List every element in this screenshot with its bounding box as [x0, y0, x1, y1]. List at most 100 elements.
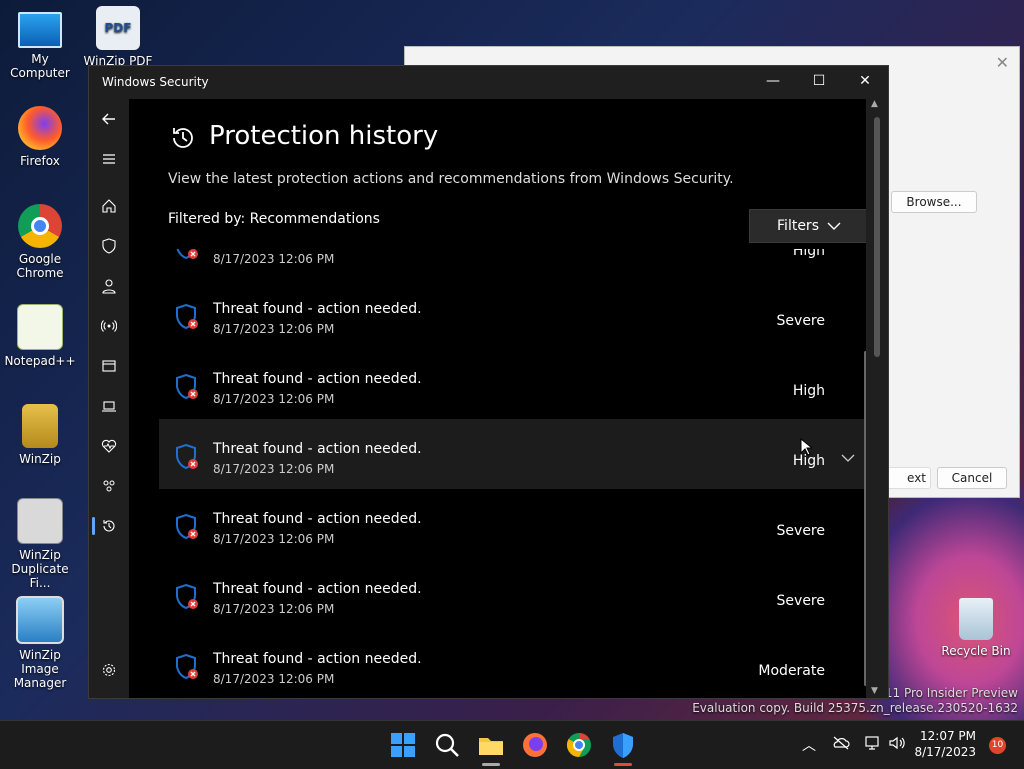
shield-threat-icon: [176, 513, 198, 540]
monitor-icon: [18, 12, 62, 48]
title-bar[interactable]: Windows Security — ☐ ✕: [89, 66, 888, 99]
desktop-icon-winzip-pdf[interactable]: PDF WinZip PDF: [78, 6, 158, 66]
nav-device-performance[interactable]: [89, 431, 129, 461]
windows-start-icon[interactable]: [389, 731, 417, 759]
filtered-by-label: Filtered by: Recommendations: [168, 211, 380, 227]
family-icon: [103, 480, 115, 492]
clock-time: 12:07 PM: [920, 729, 976, 743]
item-severity: Severe: [776, 313, 825, 329]
item-severity: Moderate: [758, 663, 825, 679]
item-severity: Severe: [776, 523, 825, 539]
close-button[interactable]: ✕: [842, 66, 888, 99]
desktop-icon-winzip-duplicate[interactable]: WinZip Duplicate Fi...: [0, 498, 80, 590]
desktop-icon-google-chrome[interactable]: Google Chrome: [0, 204, 80, 280]
list-item[interactable]: Threat found - action needed. 8/17/2023 …: [159, 349, 865, 419]
item-title: Threat found - action needed.: [213, 371, 422, 387]
desktop-icon-my-computer[interactable]: My Computer: [0, 10, 80, 80]
list-item[interactable]: 8/17/2023 12:06 PM High: [159, 249, 865, 279]
scroll-down-icon[interactable]: ▼: [871, 686, 878, 696]
list-item[interactable]: Threat found - action needed. 8/17/2023 …: [159, 419, 865, 489]
taskbar-clock[interactable]: 12:07 PM 8/17/2023: [914, 728, 976, 760]
back-arrow-icon: [102, 113, 115, 125]
nav-protection-history[interactable]: [89, 511, 129, 541]
nav-firewall[interactable]: [89, 311, 129, 341]
desktop-icon-winzip-image-manager[interactable]: WinZip Image Manager: [0, 596, 80, 690]
main-content: Protection history View the latest prote…: [129, 99, 866, 698]
winzip-duplicate-icon: [17, 498, 63, 544]
desktop-icon-recycle-bin[interactable]: Recycle Bin: [936, 598, 1016, 658]
item-title: Threat found - action needed.: [213, 511, 422, 527]
window-title: Windows Security: [102, 75, 209, 89]
close-icon[interactable]: ✕: [996, 53, 1009, 72]
file-explorer-icon[interactable]: [477, 731, 505, 759]
scroll-up-icon[interactable]: ▲: [871, 99, 878, 109]
notification-badge[interactable]: 10: [989, 737, 1006, 754]
list-item[interactable]: Threat found - action needed. 8/17/2023 …: [159, 279, 865, 349]
item-date: 8/17/2023 12:06 PM: [213, 532, 335, 546]
chevron-down-icon[interactable]: [841, 451, 855, 465]
item-title: Threat found - action needed.: [213, 581, 422, 597]
desktop-icon-label: WinZip Image Manager: [13, 648, 67, 690]
windows-security-window: Windows Security — ☐ ✕ Protection histor…: [88, 65, 889, 699]
filters-button[interactable]: Filters: [749, 209, 866, 243]
desktop-icon-label: WinZip Duplicate Fi...: [11, 548, 69, 590]
shield-threat-icon: [176, 249, 198, 260]
desktop-icon-winzip[interactable]: WinZip: [0, 404, 80, 466]
network-icon[interactable]: [864, 735, 882, 751]
minimize-button[interactable]: —: [750, 66, 796, 99]
desktop-icon-label: Google Chrome: [16, 252, 64, 280]
list-item[interactable]: Threat found - action needed. 8/17/2023 …: [159, 559, 865, 629]
page-subtitle: View the latest protection actions and r…: [168, 171, 734, 187]
desktop-icon-notepad-plus-plus[interactable]: Notepad++: [0, 304, 80, 368]
watermark-line-2: Evaluation copy. Build 25375.zn_release.…: [692, 701, 1018, 715]
item-severity: Severe: [776, 593, 825, 609]
list-item[interactable]: Threat found - action needed. 8/17/2023 …: [159, 489, 865, 559]
firefox-icon: [18, 106, 62, 150]
volume-icon[interactable]: [888, 735, 906, 751]
nav-device-security[interactable]: [89, 391, 129, 421]
taskbar: ︿ 12:07 PM 8/17/2023 10: [0, 720, 1024, 769]
chevron-up-icon[interactable]: ︿: [802, 735, 816, 755]
browser-window-icon: [102, 360, 116, 372]
shield-threat-icon: [176, 443, 198, 470]
heart-pulse-icon: [101, 439, 117, 453]
nav-home[interactable]: [89, 191, 129, 221]
list-item[interactable]: Threat found - action needed. 8/17/2023 …: [159, 629, 865, 698]
item-date: 8/17/2023 12:06 PM: [213, 252, 335, 266]
shield-icon: [102, 238, 116, 254]
nav-app-browser-control[interactable]: [89, 351, 129, 381]
filters-label: Filters: [777, 218, 819, 234]
shield-threat-icon: [176, 653, 198, 680]
shield-threat-icon: [176, 303, 198, 330]
maximize-button[interactable]: ☐: [796, 66, 842, 99]
search-icon[interactable]: [433, 731, 461, 759]
item-date: 8/17/2023 12:06 PM: [213, 322, 335, 336]
back-button[interactable]: [89, 104, 129, 134]
nav-settings[interactable]: [89, 655, 129, 685]
firefox-icon[interactable]: [521, 731, 549, 759]
browse-button[interactable]: Browse...: [891, 191, 977, 213]
image-manager-icon: [16, 596, 64, 644]
item-severity: High: [792, 383, 825, 399]
nav-family-options[interactable]: [89, 471, 129, 501]
chrome-icon[interactable]: [565, 731, 593, 759]
window-scrollbar[interactable]: ▲ ▼: [866, 99, 888, 698]
item-date: 8/17/2023 12:06 PM: [213, 602, 335, 616]
page-title: Protection history: [209, 121, 439, 151]
item-title: Threat found - action needed.: [213, 651, 422, 667]
scroll-thumb[interactable]: [874, 117, 880, 357]
menu-button[interactable]: [89, 144, 129, 174]
nav-virus-protection[interactable]: [89, 231, 129, 261]
history-list: 8/17/2023 12:06 PM High Threat found - a…: [159, 249, 865, 698]
desktop-icon-firefox[interactable]: Firefox: [0, 106, 80, 168]
clock-date: 8/17/2023: [914, 745, 976, 759]
onedrive-off-icon[interactable]: [832, 735, 850, 751]
cancel-button[interactable]: Cancel: [937, 467, 1007, 489]
person-icon: [102, 279, 116, 294]
nav-account-protection[interactable]: [89, 271, 129, 301]
windows-security-icon[interactable]: [609, 731, 637, 759]
laptop-icon: [102, 401, 116, 412]
hamburger-icon: [103, 154, 115, 164]
running-indicator: [482, 763, 500, 766]
item-title: Threat found - action needed.: [213, 301, 422, 317]
